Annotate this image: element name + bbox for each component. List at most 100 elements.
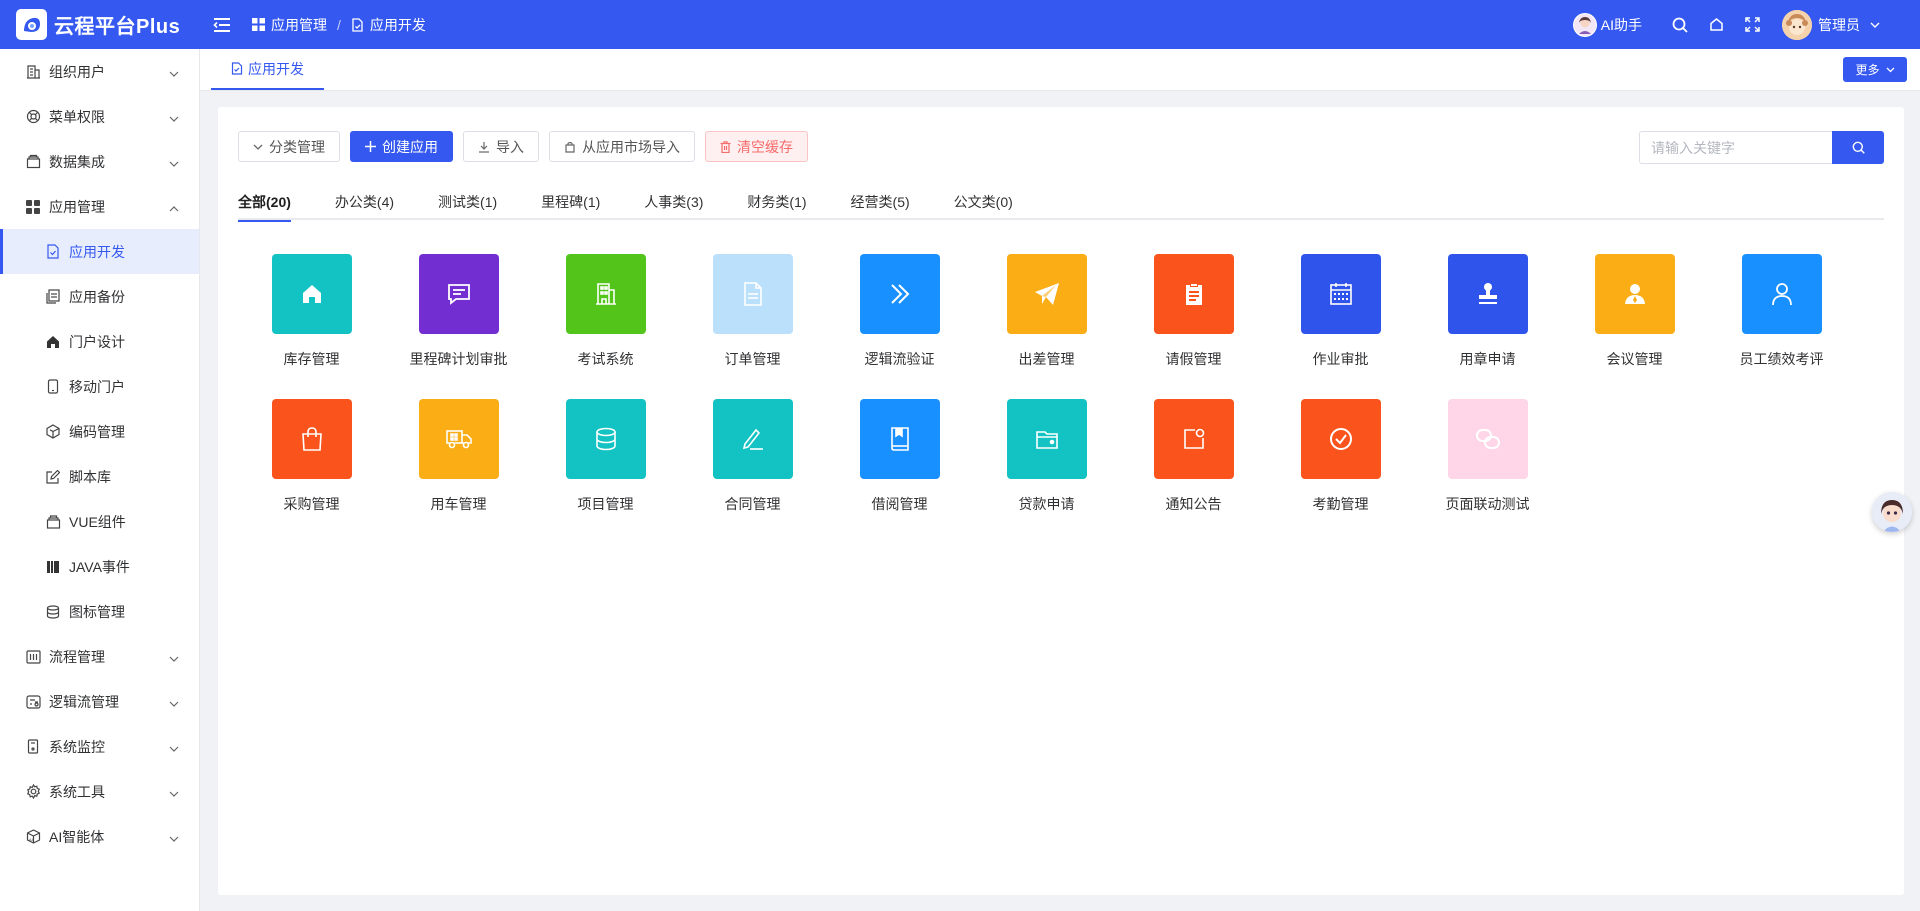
monitor-icon	[25, 739, 41, 755]
app-card[interactable]: 员工绩效考评	[1708, 254, 1855, 372]
app-card[interactable]: 合同管理	[679, 399, 826, 517]
category-tab[interactable]: 里程碑(1)	[541, 183, 600, 220]
app-card[interactable]: 贷款申请	[973, 399, 1120, 517]
ai-assistant-float-button[interactable]	[1872, 492, 1912, 532]
app-card[interactable]: 订单管理	[679, 254, 826, 372]
sidebar-item-label: 系统监控	[49, 738, 105, 755]
app-name: 库存管理	[283, 351, 340, 367]
app-card[interactable]: 用车管理	[385, 399, 532, 517]
category-tab[interactable]: 财务类(1)	[747, 183, 806, 220]
sidebar-item-label: 编码管理	[69, 423, 125, 440]
app-card[interactable]: 考试系统	[532, 254, 679, 372]
app-card[interactable]: 借阅管理	[826, 399, 973, 517]
app-card[interactable]: 库存管理	[238, 254, 385, 372]
app-name: 借阅管理	[871, 496, 928, 512]
sidebar-item[interactable]: AI AI智能体	[0, 814, 199, 859]
search-button[interactable]	[1832, 131, 1884, 164]
more-button[interactable]: 更多	[1843, 57, 1907, 82]
fullscreen-icon[interactable]	[1742, 15, 1762, 35]
category-management-button[interactable]: 分类管理	[238, 131, 340, 162]
chevron-down-icon	[169, 64, 179, 80]
app-card[interactable]: 考勤管理	[1267, 399, 1414, 517]
create-app-button[interactable]: 创建应用	[350, 131, 453, 162]
logic-icon	[25, 694, 41, 710]
search-icon[interactable]	[1670, 15, 1690, 35]
double-chevron-icon	[859, 254, 940, 334]
ai-helper-button[interactable]: AI助手	[1572, 12, 1642, 37]
cube-icon	[45, 424, 61, 440]
category-tab[interactable]: 测试类(1)	[438, 183, 497, 220]
sidebar-item[interactable]: VUE组件	[0, 499, 199, 544]
app-list-panel: 分类管理 创建应用 导入 从应用市场导入 清空缓存 全部(20) 办公类(4) 测试…	[218, 107, 1904, 895]
more-label: 更多	[1855, 63, 1880, 77]
app-card[interactable]: 用章申请	[1414, 254, 1561, 372]
app-card[interactable]: 作业审批	[1267, 254, 1414, 372]
app-name: 用章申请	[1459, 351, 1516, 367]
import-from-market-button[interactable]: 从应用市场导入	[549, 131, 695, 162]
sidebar-item[interactable]: 移动门户	[0, 364, 199, 409]
app-name: 里程碑计划审批	[409, 351, 508, 367]
sidebar-item[interactable]: 数据集成	[0, 139, 199, 184]
home-icon[interactable]	[1706, 15, 1726, 35]
sidebar-item[interactable]: 逻辑流管理	[0, 679, 199, 724]
person-icon	[1594, 254, 1675, 334]
sidebar-item-label: 脚本库	[69, 468, 111, 485]
chevron-down-icon	[253, 144, 263, 150]
app-card[interactable]: 采购管理	[238, 399, 385, 517]
category-tab[interactable]: 办公类(4)	[335, 183, 394, 220]
sidebar-item[interactable]: 系统监控	[0, 724, 199, 769]
sidebar-item[interactable]: 系统工具	[0, 769, 199, 814]
calendar-icon	[1300, 254, 1381, 334]
category-tab[interactable]: 全部(20)	[238, 183, 291, 222]
sidebar-item[interactable]: 编码管理	[0, 409, 199, 454]
category-tab[interactable]: 经营类(5)	[851, 183, 910, 220]
link-icon	[1447, 399, 1528, 479]
app-card[interactable]: 逻辑流验证	[826, 254, 973, 372]
app-name: 逻辑流验证	[864, 351, 935, 367]
category-tab[interactable]: 人事类(3)	[644, 183, 703, 220]
sidebar-item[interactable]: 门户设计	[0, 319, 199, 364]
app-name: 贷款申请	[1018, 496, 1075, 512]
search-input[interactable]	[1639, 131, 1832, 164]
app-card[interactable]: 出差管理	[973, 254, 1120, 372]
app-card[interactable]: 里程碑计划审批	[385, 254, 532, 372]
plus-icon	[365, 141, 376, 152]
sidebar-item-label: 应用管理	[49, 198, 105, 215]
notification-icon	[1153, 399, 1234, 479]
button-label: 分类管理	[269, 138, 325, 155]
sidebar-item[interactable]: 菜单权限	[0, 94, 199, 139]
sidebar-item[interactable]: JAVA事件	[0, 544, 199, 589]
svg-text:AI: AI	[29, 837, 33, 842]
sidebar-item-label: 应用备份	[69, 288, 125, 305]
app-card[interactable]: 请假管理	[1120, 254, 1267, 372]
category-tabs: 全部(20) 办公类(4) 测试类(1) 里程碑(1) 人事类(3) 财务类(1) 经营类(…	[238, 183, 1884, 222]
sidebar-item[interactable]: 组织用户	[0, 49, 199, 94]
import-button[interactable]: 导入	[463, 131, 539, 162]
office-icon	[565, 254, 646, 334]
mobile-icon	[45, 379, 61, 395]
grid-icon	[25, 199, 41, 215]
sidebar-item[interactable]: 应用备份	[0, 274, 199, 319]
button-label: 清空缓存	[737, 138, 793, 155]
stack-icon	[25, 154, 41, 170]
home-icon	[271, 254, 352, 334]
check-circle-icon	[1300, 399, 1381, 479]
logo[interactable]: 云程平台Plus	[0, 9, 200, 40]
sidebar-item[interactable]: 图标管理	[0, 589, 199, 634]
app-card[interactable]: 页面联动测试	[1414, 399, 1561, 517]
sidebar-item[interactable]: 脚本库	[0, 454, 199, 499]
breadcrumb-item-app-management[interactable]: 应用管理	[252, 15, 327, 35]
sidebar-item[interactable]: 流程管理	[0, 634, 199, 679]
clear-cache-button[interactable]: 清空缓存	[705, 131, 808, 162]
app-card[interactable]: 项目管理	[532, 399, 679, 517]
tab-app-dev[interactable]: 应用开发	[211, 49, 324, 90]
sidebar-item[interactable]: 应用管理	[0, 184, 199, 229]
menu-toggle-icon[interactable]	[212, 16, 232, 34]
truck-icon	[418, 399, 499, 479]
app-card[interactable]: 会议管理	[1561, 254, 1708, 372]
app-card[interactable]: 通知公告	[1120, 399, 1267, 517]
user-menu[interactable]: 管理员	[1782, 9, 1880, 40]
category-tab[interactable]: 公文类(0)	[954, 183, 1013, 220]
sidebar-item[interactable]: 应用开发	[0, 229, 199, 274]
pen-icon	[712, 399, 793, 479]
